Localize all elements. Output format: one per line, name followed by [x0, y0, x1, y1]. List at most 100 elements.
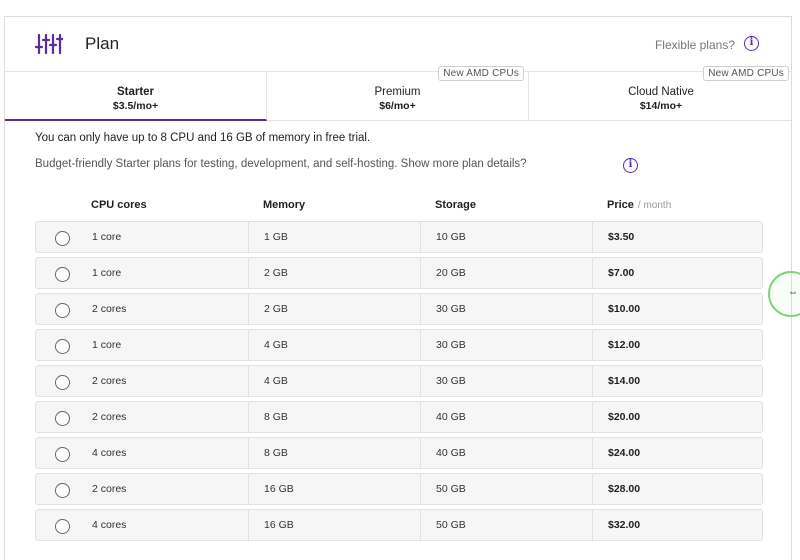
storage-cell: 20 GB: [436, 267, 466, 279]
resize-cursor-icon: ⇔: [788, 287, 798, 298]
tab-name: Cloud Native: [628, 86, 694, 98]
storage-cell: 40 GB: [436, 411, 466, 423]
new-amd-badge: New AMD CPUs: [438, 66, 524, 81]
page-title: Plan: [85, 34, 120, 53]
storage-cell: 10 GB: [436, 231, 466, 243]
column-divider: [420, 510, 421, 540]
cpu-cell: 4 cores: [92, 447, 127, 459]
price-cell: $3.50: [608, 231, 635, 243]
column-cpu: CPU cores: [91, 199, 147, 211]
memory-cell: 2 GB: [264, 267, 288, 279]
memory-cell: 8 GB: [264, 411, 288, 423]
table-row[interactable]: 2 cores 2 GB 30 GB $10.00: [35, 293, 763, 325]
column-divider: [592, 330, 593, 360]
column-divider: [592, 510, 593, 540]
tab-cloud-native[interactable]: New AMD CPUs Cloud Native $14/mo+: [529, 66, 793, 121]
storage-cell: 30 GB: [436, 339, 466, 351]
column-divider: [248, 222, 249, 252]
price-cell: $28.00: [608, 483, 641, 495]
price-cell: $20.00: [608, 411, 641, 423]
column-divider: [420, 438, 421, 468]
storage-cell: 50 GB: [436, 519, 466, 531]
storage-cell: 50 GB: [436, 483, 466, 495]
column-divider: [248, 474, 249, 504]
plan-header: Plan Flexible plans? i: [5, 17, 791, 71]
table-row[interactable]: 1 core 2 GB 20 GB $7.00: [35, 257, 763, 289]
tab-price: $14/mo+: [639, 100, 683, 112]
cpu-cell: 1 core: [92, 231, 122, 243]
tab-name: Starter: [116, 86, 155, 98]
cpu-cell: 1 core: [92, 267, 122, 279]
table-row[interactable]: 2 cores 16 GB 50 GB $28.00: [35, 473, 763, 505]
column-divider: [248, 366, 249, 396]
price-cell: $10.00: [608, 303, 641, 315]
cpu-cell: 2 cores: [92, 303, 127, 315]
column-price: Price / month: [607, 199, 671, 211]
plan-radio[interactable]: [55, 303, 70, 318]
tab-price: $6/mo+: [379, 100, 416, 112]
table-row[interactable]: 1 core 4 GB 30 GB $12.00: [35, 329, 763, 361]
price-cell: $14.00: [608, 375, 641, 387]
column-divider: [420, 258, 421, 288]
column-divider: [592, 366, 593, 396]
cpu-cell: 4 cores: [92, 519, 127, 531]
table-row[interactable]: 1 core 1 GB 10 GB $3.50: [35, 221, 763, 253]
storage-cell: 30 GB: [436, 303, 466, 315]
column-divider: [248, 330, 249, 360]
memory-cell: 1 GB: [264, 231, 288, 243]
plan-radio[interactable]: [55, 483, 70, 498]
tab-price: $3.5/mo+: [112, 100, 159, 112]
column-divider: [248, 402, 249, 432]
cpu-cell: 2 cores: [92, 483, 127, 495]
table-row[interactable]: 4 cores 8 GB 40 GB $24.00: [35, 437, 763, 469]
info-icon[interactable]: i: [744, 36, 759, 51]
plan-radio[interactable]: [55, 339, 70, 354]
table-header: CPU cores Memory Storage Price / month: [35, 197, 763, 217]
sliders-icon: [35, 33, 63, 55]
price-unit: / month: [637, 200, 672, 211]
column-price-label: Price: [607, 199, 634, 211]
memory-cell: 16 GB: [264, 483, 294, 495]
column-divider: [420, 474, 421, 504]
plan-radio[interactable]: [55, 267, 70, 282]
storage-cell: 30 GB: [436, 375, 466, 387]
table-row[interactable]: 2 cores 8 GB 40 GB $20.00: [35, 401, 763, 433]
cpu-cell: 2 cores: [92, 411, 127, 423]
column-divider: [420, 402, 421, 432]
cpu-cell: 2 cores: [92, 375, 127, 387]
column-divider: [592, 438, 593, 468]
column-divider: [592, 222, 593, 252]
price-cell: $32.00: [608, 519, 641, 531]
tab-starter[interactable]: Starter $3.5/mo+: [5, 72, 267, 121]
column-memory: Memory: [263, 199, 306, 211]
plan-radio[interactable]: [55, 375, 70, 390]
column-divider: [420, 330, 421, 360]
storage-cell: 40 GB: [436, 447, 466, 459]
free-trial-notice: You can only have up to 8 CPU and 16 GB …: [35, 132, 371, 144]
flexible-plans-link[interactable]: Flexible plans?: [655, 38, 735, 52]
column-divider: [420, 222, 421, 252]
cpu-cell: 1 core: [92, 339, 122, 351]
plan-description[interactable]: Budget-friendly Starter plans for testin…: [35, 158, 527, 170]
column-divider: [248, 510, 249, 540]
plan-radio[interactable]: [55, 411, 70, 426]
column-divider: [420, 294, 421, 324]
plan-tabs: Starter $3.5/mo+ New AMD CPUs Premium $6…: [5, 66, 793, 121]
plan-radio[interactable]: [55, 519, 70, 534]
tab-premium[interactable]: New AMD CPUs Premium $6/mo+: [267, 66, 529, 121]
column-divider: [592, 474, 593, 504]
table-row[interactable]: 2 cores 4 GB 30 GB $14.00: [35, 365, 763, 397]
plan-radio[interactable]: [55, 231, 70, 246]
table-row[interactable]: 4 cores 16 GB 50 GB $32.00: [35, 509, 763, 541]
memory-cell: 4 GB: [264, 375, 288, 387]
price-cell: $24.00: [608, 447, 641, 459]
column-divider: [248, 294, 249, 324]
memory-cell: 4 GB: [264, 339, 288, 351]
column-divider: [592, 258, 593, 288]
column-storage: Storage: [435, 199, 476, 211]
plan-panel: Plan Flexible plans? i Starter $3.5/mo+ …: [4, 16, 792, 560]
new-amd-badge: New AMD CPUs: [703, 66, 789, 81]
info-icon[interactable]: i: [623, 158, 638, 173]
plan-radio[interactable]: [55, 447, 70, 462]
column-divider: [248, 258, 249, 288]
